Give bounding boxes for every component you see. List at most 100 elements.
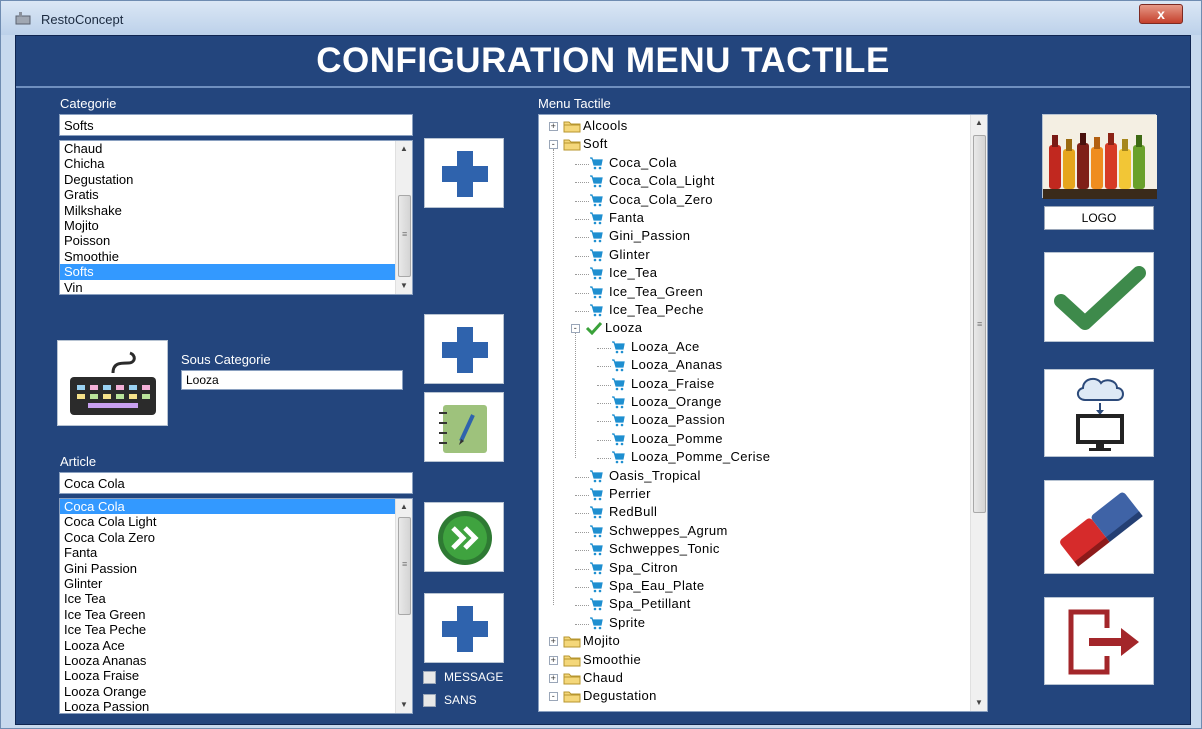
- validate-button[interactable]: [1044, 252, 1154, 342]
- list-item[interactable]: Looza Ananas: [60, 653, 412, 668]
- list-item[interactable]: Looza Fraise: [60, 668, 412, 683]
- list-item[interactable]: Mojito: [60, 218, 412, 233]
- cart-icon: [589, 229, 603, 248]
- scroll-up-arrow-icon[interactable]: ▲: [396, 141, 412, 157]
- folder-icon: [563, 137, 581, 156]
- scroll-thumb[interactable]: ≡: [973, 135, 986, 513]
- list-item[interactable]: Gini Passion: [60, 561, 412, 576]
- scroll-down-arrow-icon[interactable]: ▼: [396, 278, 412, 294]
- article-input[interactable]: Coca Cola: [59, 472, 413, 494]
- scroll-up-arrow-icon[interactable]: ▲: [396, 499, 412, 515]
- article-scrollbar[interactable]: ▲ ≡ ▼: [395, 499, 412, 713]
- transfer-button[interactable]: [424, 502, 504, 572]
- tree-connector: [575, 333, 576, 459]
- list-item[interactable]: Looza Passion: [60, 699, 412, 713]
- list-item[interactable]: Chicha: [60, 156, 412, 171]
- keyboard-icon: [70, 351, 156, 415]
- cloud-sync-button[interactable]: [1044, 369, 1154, 457]
- list-item[interactable]: Ice Tea Peche: [60, 622, 412, 637]
- tree-scrollbar[interactable]: ▲ ≡ ▼: [970, 115, 987, 711]
- collapse-icon[interactable]: -: [549, 140, 558, 150]
- list-item[interactable]: Coca Cola Zero: [60, 530, 412, 545]
- expand-icon[interactable]: +: [549, 674, 558, 683]
- list-item[interactable]: Degustation: [60, 172, 412, 187]
- tree-connector: [575, 605, 589, 607]
- expand-icon[interactable]: +: [549, 122, 558, 131]
- tree-connector: [575, 255, 589, 257]
- article-list[interactable]: Coca Cola Coca Cola Light Coca Cola Zero Fa…: [59, 498, 413, 714]
- add-categorie-button[interactable]: [424, 138, 504, 208]
- tree-node-label: Glinter: [609, 246, 651, 262]
- sous-categorie-input[interactable]: Looza: [181, 370, 403, 390]
- cart-icon: [589, 542, 603, 561]
- list-item[interactable]: Fanta: [60, 545, 412, 560]
- list-item[interactable]: Looza Ace: [60, 638, 412, 653]
- drinks-bottles-icon: [1043, 115, 1157, 199]
- scroll-down-arrow-icon[interactable]: ▼: [971, 695, 987, 711]
- erase-button[interactable]: [1044, 480, 1154, 574]
- expand-icon[interactable]: +: [549, 655, 558, 665]
- exit-button[interactable]: [1044, 597, 1154, 685]
- logo-image[interactable]: [1042, 114, 1157, 199]
- menu-tactile-tree[interactable]: + Alcools - Soft Coca_Cola Coca_Cola_Light Coc…: [538, 114, 988, 712]
- collapse-icon[interactable]: -: [549, 692, 558, 702]
- plus-icon: [442, 327, 488, 373]
- folder-icon: [563, 119, 581, 138]
- tree-connector: [597, 366, 611, 368]
- message-label: MESSAGE: [444, 670, 504, 684]
- tree-connector: [575, 163, 589, 165]
- tree-node-label: Perrier: [609, 486, 651, 501]
- list-item[interactable]: Poisson: [60, 233, 412, 248]
- tree-node-label: Degustation: [583, 688, 657, 704]
- list-item[interactable]: Gratis: [60, 187, 412, 202]
- list-item[interactable]: Softs: [60, 264, 412, 280]
- add-sous-categorie-button[interactable]: [424, 314, 504, 384]
- list-item[interactable]: Coca Cola: [60, 499, 412, 515]
- list-item[interactable]: Ice Tea Green: [60, 607, 412, 622]
- collapse-icon[interactable]: -: [571, 324, 580, 334]
- list-item[interactable]: Smoothie: [60, 249, 412, 264]
- tree-node-label: Mojito: [583, 633, 621, 649]
- keyboard-button[interactable]: [57, 340, 168, 426]
- tree-node-label: Spa_Petillant: [609, 596, 691, 612]
- tree-node-label: Looza_Passion: [631, 412, 726, 428]
- tree-node-label: Looza_Ace: [631, 338, 700, 354]
- list-item[interactable]: Ice Tea: [60, 591, 412, 606]
- expand-icon[interactable]: +: [549, 637, 558, 647]
- tree-node-label: Spa_Eau_Plate: [609, 578, 705, 593]
- list-item[interactable]: Milkshake: [60, 203, 412, 218]
- article-label: Article: [60, 454, 97, 469]
- list-item[interactable]: Chaud: [60, 141, 412, 156]
- logo-button[interactable]: LOGO: [1044, 206, 1154, 230]
- plus-icon: [442, 151, 488, 197]
- scroll-up-arrow-icon[interactable]: ▲: [971, 115, 987, 131]
- categorie-input[interactable]: Softs: [59, 114, 413, 136]
- add-article-button[interactable]: [424, 593, 504, 663]
- categorie-scrollbar[interactable]: ▲ ≡ ▼: [395, 141, 412, 294]
- list-item[interactable]: Looza Orange: [60, 684, 412, 699]
- tree-node-label: Looza_Pomme: [631, 430, 723, 446]
- scroll-thumb[interactable]: ≡: [398, 195, 411, 277]
- edit-button[interactable]: [424, 392, 504, 462]
- tree-node-label: Alcools: [583, 118, 628, 133]
- tree-connector: [597, 421, 611, 423]
- tree-connector: [575, 292, 589, 294]
- tree-connector: [575, 219, 589, 220]
- scroll-down-arrow-icon[interactable]: ▼: [396, 697, 412, 713]
- tree-node-label: Schweppes_Tonic: [609, 541, 720, 557]
- sans-checkbox[interactable]: [423, 694, 436, 707]
- tree-connector: [575, 476, 589, 478]
- list-item[interactable]: Vin: [60, 280, 412, 294]
- tree-node-label: Gini_Passion: [609, 228, 691, 244]
- tree-node-label: Schweppes_Agrum: [609, 522, 728, 538]
- list-item[interactable]: Glinter: [60, 576, 412, 591]
- plus-icon: [442, 606, 488, 652]
- categorie-list[interactable]: Chaud Chicha Degustation Gratis Milkshake Moj…: [59, 140, 413, 295]
- cart-icon: [589, 469, 603, 488]
- scroll-thumb[interactable]: ≡: [398, 517, 411, 615]
- list-item[interactable]: Coca Cola Light: [60, 514, 412, 529]
- tree-node-label: Chaud: [583, 670, 624, 685]
- close-button[interactable]: x: [1139, 4, 1183, 24]
- notepad-pen-icon: [439, 405, 487, 453]
- message-checkbox[interactable]: [423, 671, 436, 684]
